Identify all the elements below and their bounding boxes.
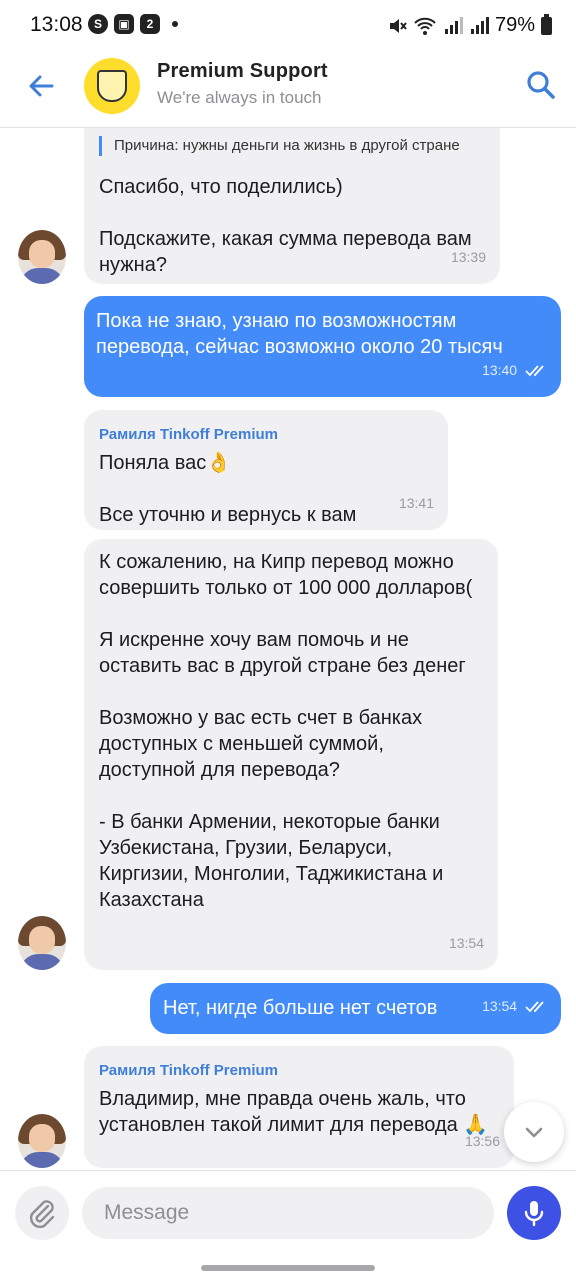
wifi-icon xyxy=(414,17,436,35)
message-list[interactable]: Причина: нужны деньги на жизнь в другой … xyxy=(0,128,576,1170)
message-bubble[interactable]: К сожалению, на Кипр перевод можно совер… xyxy=(84,539,498,970)
message-input[interactable] xyxy=(82,1187,494,1239)
attach-button[interactable] xyxy=(15,1186,69,1240)
message-text: Спасибо, что поделились) Подскажите, как… xyxy=(99,176,472,276)
gesture-nav-bar[interactable] xyxy=(201,1265,375,1271)
back-button[interactable] xyxy=(22,66,62,106)
app-notification-icon: ▣ xyxy=(114,14,134,34)
battery-icon xyxy=(541,13,552,35)
composer-bar xyxy=(0,1170,576,1256)
message-time: 13:54 xyxy=(482,993,547,1019)
badge-notification-icon: 2 xyxy=(140,14,160,34)
message-bubble[interactable]: Рамиля Tinkoff Premium Поняла вас👌 Все у… xyxy=(84,410,448,530)
scroll-to-bottom-button[interactable] xyxy=(504,1102,564,1162)
message-text: Пока не знаю, узнаю по возможностям пере… xyxy=(96,310,503,358)
system-status: 79% xyxy=(387,13,552,37)
message-time: 13:41 xyxy=(398,495,434,511)
message-bubble[interactable]: Пока не знаю, узнаю по возможностям пере… xyxy=(84,296,561,397)
search-icon xyxy=(527,71,555,99)
status-time: 13:08 xyxy=(30,13,83,36)
double-check-icon xyxy=(525,365,544,377)
message-bubble[interactable]: Причина: нужны деньги на жизнь в другой … xyxy=(84,128,500,284)
avatar[interactable] xyxy=(18,230,66,284)
battery-level: 79% xyxy=(494,14,535,36)
message-text: К сожалению, на Кипр перевод можно совер… xyxy=(99,551,473,911)
message-time: 13:56 xyxy=(464,1133,500,1149)
message-time: 13:40 xyxy=(482,357,547,383)
skype-notification-icon: S xyxy=(88,14,108,34)
message-text: Владимир, мне правда очень жаль, что уст… xyxy=(99,1088,489,1136)
paperclip-icon xyxy=(29,1200,55,1229)
signal-icon xyxy=(444,16,463,34)
signal-2-icon xyxy=(470,16,489,34)
sender-name[interactable]: Рамиля Tinkoff Premium xyxy=(99,1058,500,1084)
chevron-down-icon xyxy=(525,1127,543,1138)
status-bar: 13:08 S ▣ 2 79% xyxy=(0,0,576,52)
notification-icons: S ▣ 2 xyxy=(88,14,178,34)
microphone-icon xyxy=(524,1201,544,1227)
chat-subtitle: We're always in touch xyxy=(157,88,322,107)
message-text: Поняла вас👌 Все уточню и вернусь к вам xyxy=(99,452,357,526)
message-bubble[interactable]: Нет, нигде больше нет счетов 13:54 xyxy=(150,983,561,1034)
sender-name[interactable]: Рамиля Tinkoff Premium xyxy=(99,422,434,448)
chat-title[interactable]: Premium Support xyxy=(157,60,328,83)
message-time: 13:39 xyxy=(450,249,486,265)
arrow-left-icon xyxy=(29,75,54,97)
double-check-icon xyxy=(525,1001,544,1013)
more-notifications-icon xyxy=(172,21,178,27)
chat-header: Premium Support We're always in touch xyxy=(0,52,576,128)
avatar[interactable] xyxy=(18,916,66,970)
search-button[interactable] xyxy=(524,68,558,102)
message-time: 13:54 xyxy=(448,935,484,951)
quoted-text: Причина: нужны деньги на жизнь в другой … xyxy=(99,136,484,156)
message-bubble[interactable]: Рамиля Tinkoff Premium Владимир, мне пра… xyxy=(84,1046,514,1168)
chat-avatar[interactable] xyxy=(84,58,140,114)
avatar[interactable] xyxy=(18,1114,66,1168)
voice-message-button[interactable] xyxy=(507,1186,561,1240)
tinkoff-logo-icon xyxy=(97,70,127,102)
mute-icon xyxy=(389,18,407,33)
